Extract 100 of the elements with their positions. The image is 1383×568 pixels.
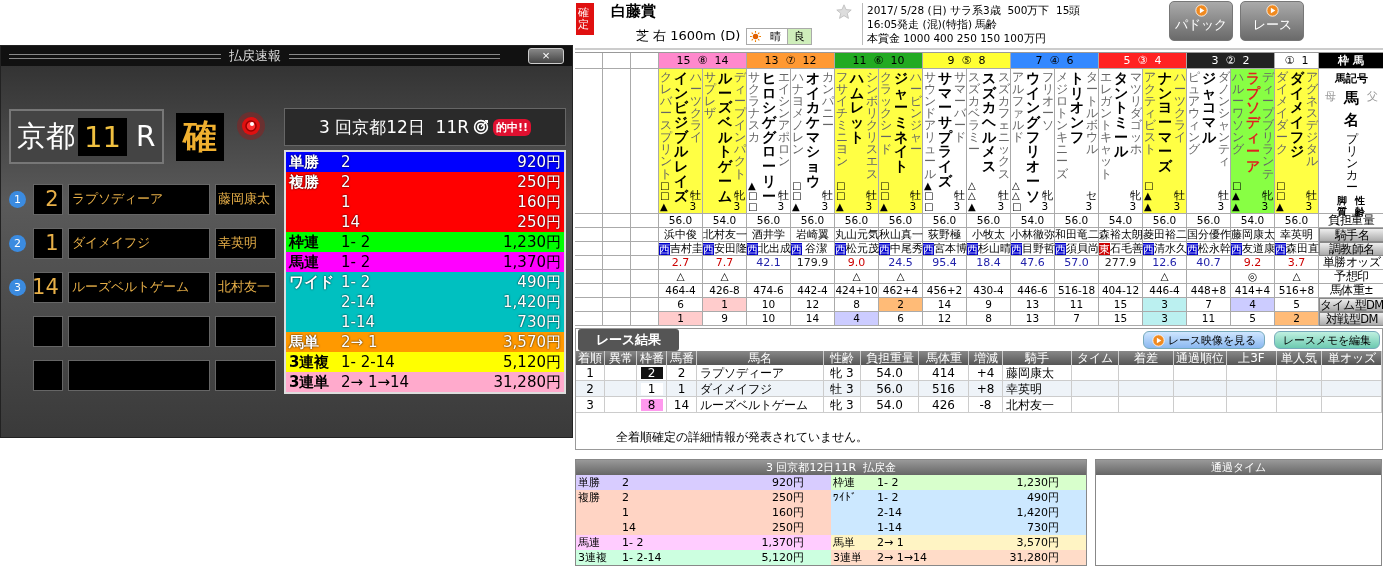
frame-header: 11 ⑥ 10 <box>835 53 923 69</box>
close-button[interactable]: × <box>528 48 564 64</box>
combination: 2 <box>341 173 352 191</box>
region-tag: 西 <box>747 242 758 255</box>
empty-cell <box>603 270 631 284</box>
dm-rank-cell: 10 <box>747 298 791 312</box>
payout-amount: 1,230円 <box>1015 475 1059 490</box>
column-header: 馬体重 <box>919 351 969 365</box>
empty-cell <box>603 214 631 228</box>
combination: 2→ 1→14 <box>341 373 411 391</box>
empty-cell <box>1072 397 1119 413</box>
combination: 2 <box>621 491 630 504</box>
trainer-name: 清水久 <box>1154 242 1187 254</box>
payout-amount: 730円 <box>516 312 561 332</box>
column-header: 負担重量 <box>861 351 919 365</box>
column-header: 単オッズ <box>1322 351 1382 365</box>
row-label: プリンカー <box>1345 133 1358 194</box>
sire-name: エイシンアポロン <box>777 71 789 168</box>
bet-type: 枠連 <box>289 232 320 252</box>
combination: 1- 2 <box>621 536 645 549</box>
row-label-button[interactable]: 騎手名 <box>1319 228 1383 242</box>
region-tag: 西 <box>923 242 934 255</box>
pick-mark: △ <box>1143 270 1187 284</box>
jockey-cell: 菱田裕二 <box>1143 228 1187 242</box>
bet-type: 3連単 <box>289 372 331 392</box>
rank-badge: 2 <box>9 234 26 252</box>
empty-cell <box>575 53 603 69</box>
combination: 2-14 <box>341 293 377 311</box>
dm-rank-cell: 2 <box>1275 312 1319 326</box>
race-number: 11 <box>78 117 127 156</box>
combination: 2-14 <box>876 506 903 519</box>
empty-cell <box>603 256 631 270</box>
empty-cell <box>603 242 631 256</box>
trainer-name: 松永幹 <box>1198 242 1231 254</box>
payout-amount: 3,570円 <box>502 332 561 352</box>
row-label-button[interactable]: 対戦型DM <box>1319 312 1383 326</box>
target-icon <box>473 119 490 135</box>
odds-cell: 24.5 <box>879 256 923 270</box>
dm-rank-cell: 7 <box>1187 298 1231 312</box>
dam-name: ピュアウィング <box>1188 71 1200 156</box>
weight-cell: 56.0 <box>879 214 923 228</box>
race-info: 16:05発走 (混)(特指) 馬齢 <box>867 17 999 31</box>
column-header: 着順 <box>576 351 605 365</box>
media-button[interactable]: パドック <box>1169 1 1233 41</box>
trainer-name: 吉村圭 <box>670 242 703 254</box>
trainer-name: 松元茂 <box>846 242 879 254</box>
sire-name: ハーツクライ <box>689 71 701 144</box>
play-icon <box>1194 4 1208 17</box>
dam-name: メジロトンキニーズ <box>1056 71 1068 180</box>
row-label: 予想印 <box>1319 270 1383 284</box>
weight-cell: 56.0 <box>1275 214 1319 228</box>
dm-rank-cell: 1 <box>703 298 747 312</box>
empty-cell <box>1055 270 1099 284</box>
payout-amount: 160円 <box>771 505 804 520</box>
payout-amount: 250円 <box>771 490 804 505</box>
row-label: 馬 <box>1343 89 1359 108</box>
empty-cell <box>1011 270 1055 284</box>
course-info: 芝 右 1600m (D) <box>636 27 741 45</box>
horse-name: ウイングフリオーソ <box>1025 71 1040 206</box>
star-icon[interactable] <box>836 4 852 20</box>
weight-cell: 56.0 <box>1143 214 1187 228</box>
notice-text: 全着順確定の詳細情報が発表されていません。 <box>616 429 869 446</box>
trainer-name: 北出成 <box>758 242 791 254</box>
sex-age: 牝3 <box>1129 189 1140 212</box>
style-marks: □□▲ <box>792 180 802 212</box>
sex-age: 牝3 <box>1261 189 1272 212</box>
combination: 1-14 <box>341 313 377 331</box>
payout-amount: 920円 <box>516 152 561 172</box>
odds-cell: 7.7 <box>703 256 747 270</box>
dm-rank-cell: 9 <box>967 298 1011 312</box>
payout-amount: 5,120円 <box>502 352 561 372</box>
combination: 1- 2-14 <box>341 353 396 371</box>
horse-name: ジャコマル <box>1201 71 1216 147</box>
sex-age: 牡3 <box>865 189 876 212</box>
status-badge: 確 <box>176 112 224 161</box>
empty-cell <box>747 270 791 284</box>
region-tag: 西 <box>703 242 714 255</box>
media-button[interactable]: レース <box>1240 1 1304 41</box>
race-info: 本賞金 1000 400 250 150 100万円 <box>867 31 1047 45</box>
weight-cell: 56.0 <box>747 214 791 228</box>
column-header: 馬番 <box>667 351 697 365</box>
action-button[interactable]: レースメモを編集 <box>1274 331 1380 349</box>
empty-cell <box>575 270 603 284</box>
sire-name: シンボリクリスエス <box>865 71 877 180</box>
row-label-button[interactable]: 調教師名 <box>1319 242 1383 256</box>
style-marks: □□▲ <box>880 180 890 212</box>
action-button[interactable]: レース映像を見る <box>1143 331 1265 349</box>
empty-cell <box>631 284 659 298</box>
payout-amount: 5,120円 <box>760 550 804 565</box>
row-label-button[interactable]: タイム型DM <box>1319 298 1383 312</box>
horse-number: 14 <box>32 271 63 303</box>
dm-rank-cell: 15 <box>1099 298 1143 312</box>
empty-cell <box>1227 397 1277 413</box>
sire-name: ハーツクライ <box>1173 71 1185 144</box>
dm-rank-cell: 9 <box>703 312 747 326</box>
combination: 14 <box>621 521 637 534</box>
horse-name: ナンヨーマーズ <box>1157 71 1172 177</box>
horse-number: 2 <box>32 183 63 215</box>
odds-cell: 12.6 <box>1143 256 1187 270</box>
weight-cell: 56.0 <box>1055 214 1099 228</box>
